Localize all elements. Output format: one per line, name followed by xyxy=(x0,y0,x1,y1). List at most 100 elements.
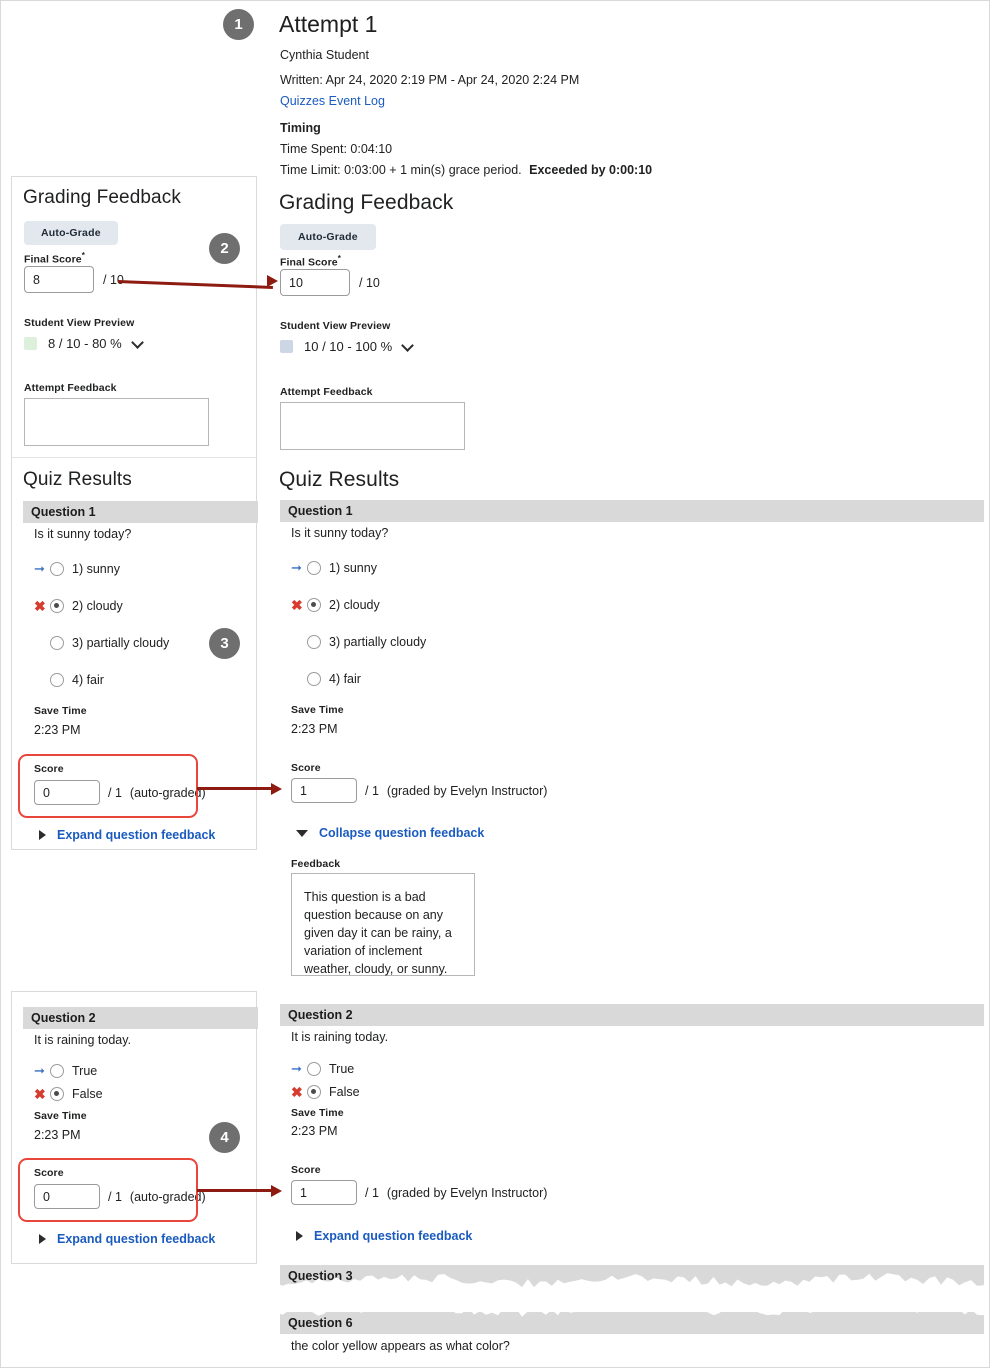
score-row-2-before: 0 / 1 (auto-graded) xyxy=(34,1184,206,1209)
option-label: 3) partially cloudy xyxy=(329,634,427,649)
option-label: False xyxy=(72,1086,103,1101)
option-row[interactable]: 3) partially cloudy xyxy=(291,633,426,650)
radio-option[interactable] xyxy=(50,672,64,687)
option-row[interactable]: 3) partially cloudy xyxy=(34,634,169,651)
question-feedback-text-1-main: This question is a bad question because … xyxy=(304,890,452,976)
option-row[interactable]: ✖ 2) cloudy xyxy=(291,596,426,613)
question-header-2-main: Question 2 xyxy=(280,1004,984,1026)
save-time-value-2-before: 2:23 PM xyxy=(34,1128,81,1142)
question-score-input-1-main[interactable]: 1 xyxy=(291,778,357,803)
quiz-results-heading-before: Quiz Results xyxy=(23,469,132,490)
option-label: 1) sunny xyxy=(72,561,120,576)
torn-paper-mask-bottom xyxy=(1,1291,989,1317)
option-row[interactable]: ➞ True xyxy=(291,1060,360,1077)
expand-question-feedback-2-main[interactable]: Expand question feedback xyxy=(296,1229,472,1243)
quiz-results-heading-main: Quiz Results xyxy=(279,468,400,491)
option-label: 1) sunny xyxy=(329,560,377,575)
timing-heading: Timing xyxy=(280,121,321,135)
student-view-preview-main[interactable]: 10 / 10 - 100 % xyxy=(280,339,414,354)
incorrect-x-icon: ✖ xyxy=(34,597,46,614)
callout-badge-1: 1 xyxy=(223,9,254,40)
option-row[interactable]: ✖ 2) cloudy xyxy=(34,597,169,614)
radio-option[interactable] xyxy=(50,1086,64,1101)
final-score-input-before[interactable]: 8 xyxy=(24,266,94,293)
final-score-out-of-main: / 10 xyxy=(359,275,380,290)
collapse-link-label: Collapse question feedback xyxy=(319,826,485,840)
final-score-row-before: 8 / 10 xyxy=(24,266,124,293)
card-divider xyxy=(12,457,256,458)
radio-option[interactable] xyxy=(50,561,64,576)
annotation-arrow-line-3 xyxy=(197,1189,275,1192)
question-prompt-6-main: the color yellow appears as what color? xyxy=(291,1339,510,1353)
auto-grade-label: Auto-Grade xyxy=(280,224,376,250)
callout-badge-4: 4 xyxy=(209,1122,240,1153)
options-list-2-before: ➞ True ✖ False xyxy=(34,1062,103,1102)
correct-answer-arrow-icon: ➞ xyxy=(34,561,45,576)
expand-question-feedback-1-before[interactable]: Expand question feedback xyxy=(39,828,215,842)
attempt-feedback-input-main[interactable] xyxy=(280,402,465,450)
radio-option[interactable] xyxy=(50,598,64,613)
final-score-label-before: Final Score* xyxy=(24,251,85,266)
radio-option[interactable] xyxy=(307,671,321,686)
radio-option[interactable] xyxy=(307,597,321,612)
time-limit-line: Time Limit: 0:03:00 + 1 min(s) grace per… xyxy=(280,163,652,177)
student-name: Cynthia Student xyxy=(280,48,369,62)
collapse-question-feedback-1-main[interactable]: Collapse question feedback xyxy=(296,826,484,840)
options-list-1-main: ➞ 1) sunny ✖ 2) cloudy 3) partially clou… xyxy=(291,559,426,687)
auto-grade-button-main[interactable]: Auto-Grade xyxy=(280,224,376,250)
radio-option[interactable] xyxy=(50,1063,64,1078)
incorrect-x-icon: ✖ xyxy=(34,1085,46,1102)
radio-option[interactable] xyxy=(307,560,321,575)
grade-color-swatch-before xyxy=(24,337,37,350)
chevron-down-icon-before[interactable] xyxy=(133,338,144,349)
score-row-2-main: 1 / 1 (graded by Evelyn Instructor) xyxy=(291,1180,547,1205)
annotation-arrow-head-3 xyxy=(271,1185,282,1197)
question-feedback-box-1-main[interactable]: This question is a bad question because … xyxy=(291,873,475,976)
attempt-feedback-input-before[interactable] xyxy=(24,398,209,446)
save-time-label-1-main: Save Time xyxy=(291,704,344,716)
option-label: 2) cloudy xyxy=(329,597,380,612)
option-row[interactable]: ➞ 1) sunny xyxy=(34,560,169,577)
question-header-1-main: Question 1 xyxy=(280,500,984,522)
radio-option[interactable] xyxy=(307,1084,321,1099)
option-row[interactable]: 4) fair xyxy=(291,670,426,687)
question-score-input-1-before[interactable]: 0 xyxy=(34,780,100,805)
annotation-arrow-head-1 xyxy=(267,275,278,287)
student-view-value-main: 10 / 10 - 100 % xyxy=(304,339,393,354)
radio-option[interactable] xyxy=(50,635,64,650)
option-label: 4) fair xyxy=(72,672,104,687)
option-row[interactable]: ✖ False xyxy=(34,1085,103,1102)
question-score-input-2-before[interactable]: 0 xyxy=(34,1184,100,1209)
option-row[interactable]: 4) fair xyxy=(34,671,169,688)
expand-question-feedback-2-before[interactable]: Expand question feedback xyxy=(39,1232,215,1246)
option-label: False xyxy=(329,1084,360,1099)
radio-option[interactable] xyxy=(307,1061,321,1076)
option-row[interactable]: ✖ False xyxy=(291,1083,360,1100)
question-score-input-2-main[interactable]: 1 xyxy=(291,1180,357,1205)
incorrect-x-icon: ✖ xyxy=(291,1083,303,1100)
radio-option[interactable] xyxy=(307,634,321,649)
auto-grade-button-before[interactable]: Auto-Grade xyxy=(24,221,118,245)
score-label-2-before: Score xyxy=(34,1167,64,1179)
score-label-1-before: Score xyxy=(34,763,64,775)
final-score-input-main[interactable]: 10 xyxy=(280,269,350,296)
chevron-down-icon-main[interactable] xyxy=(403,341,414,352)
final-score-label-main: Final Score* xyxy=(280,254,341,269)
chevron-right-icon xyxy=(39,830,46,840)
question-prompt-1-before: Is it sunny today? xyxy=(34,527,132,541)
option-row[interactable]: ➞ True xyxy=(34,1062,103,1079)
graded-by-note-1-main: (graded by Evelyn Instructor) xyxy=(386,783,548,798)
required-asterisk: * xyxy=(81,251,85,260)
student-view-label-main: Student View Preview xyxy=(280,320,391,332)
quizzes-event-log-link[interactable]: Quizzes Event Log xyxy=(280,94,385,108)
student-view-preview-before[interactable]: 8 / 10 - 80 % xyxy=(24,336,144,351)
score-out-of-1-main: / 1 xyxy=(365,783,379,798)
attempt-feedback-label-before: Attempt Feedback xyxy=(24,382,117,394)
question-prompt-2-main: It is raining today. xyxy=(291,1030,389,1044)
question-header-1-before: Question 1 xyxy=(23,501,258,523)
auto-graded-note-2-before: (auto-graded) xyxy=(129,1189,206,1204)
attempt-feedback-label-main: Attempt Feedback xyxy=(280,386,373,398)
question-header-2-before: Question 2 xyxy=(23,1007,258,1029)
option-row[interactable]: ➞ 1) sunny xyxy=(291,559,426,576)
save-time-value-1-main: 2:23 PM xyxy=(291,722,338,736)
